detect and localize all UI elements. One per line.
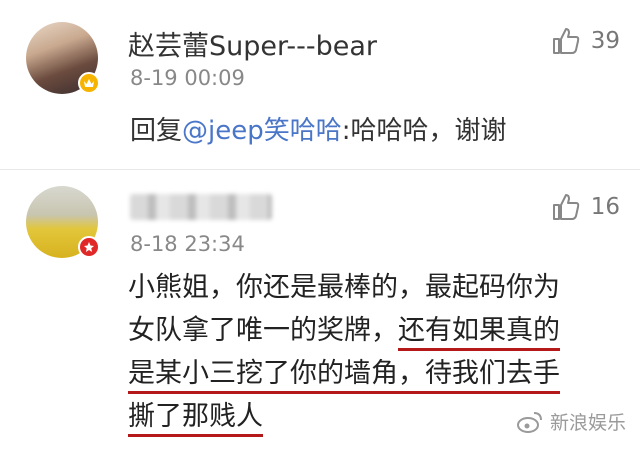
like-count: 39 (590, 28, 620, 54)
like-button[interactable]: 39 (551, 26, 620, 56)
timestamp: 8-18 23:34 (130, 232, 245, 256)
watermark: 新浪娱乐 (516, 408, 626, 435)
like-count: 16 (590, 194, 620, 220)
content-line: 小熊姐，你还是最棒的，最起码你为 (128, 272, 560, 303)
thumbs-up-icon (552, 194, 579, 220)
underlined-segment: 还有如果真的 (398, 315, 560, 351)
member-badge-icon (78, 236, 100, 258)
thumbs-up-icon (552, 28, 579, 54)
weibo-logo-icon (516, 411, 542, 433)
watermark-text: 新浪娱乐 (549, 412, 626, 434)
mention-link[interactable]: @jeep笑哈哈 (182, 116, 342, 146)
underlined-segment: 撕了那贱人 (128, 401, 263, 437)
content-line: 女队拿了唯一的奖牌，还有如果真的 (128, 309, 628, 352)
username[interactable]: 赵芸蕾Super---bear (128, 24, 377, 63)
content-line: 是某小三挖了你的墙角，待我们去手 (128, 352, 628, 395)
timestamp: 8-19 00:09 (130, 66, 245, 90)
verified-badge-icon (78, 72, 100, 94)
comment-1: 赵芸蕾Super---bear 8-19 00:09 39 回复@jeep笑哈哈… (0, 0, 640, 170)
reply-text: 回复@jeep笑哈哈:哈哈哈，谢谢 (130, 110, 507, 147)
username-blurred[interactable] (130, 194, 272, 220)
underlined-segment: 是某小三挖了你的墙角，待我们去手 (128, 358, 560, 394)
reply-prefix: 回复 (130, 116, 183, 146)
content-segment: 女队拿了唯一的奖牌， (128, 315, 398, 346)
reply-body: :哈哈哈，谢谢 (341, 116, 507, 146)
like-button[interactable]: 16 (551, 192, 620, 222)
